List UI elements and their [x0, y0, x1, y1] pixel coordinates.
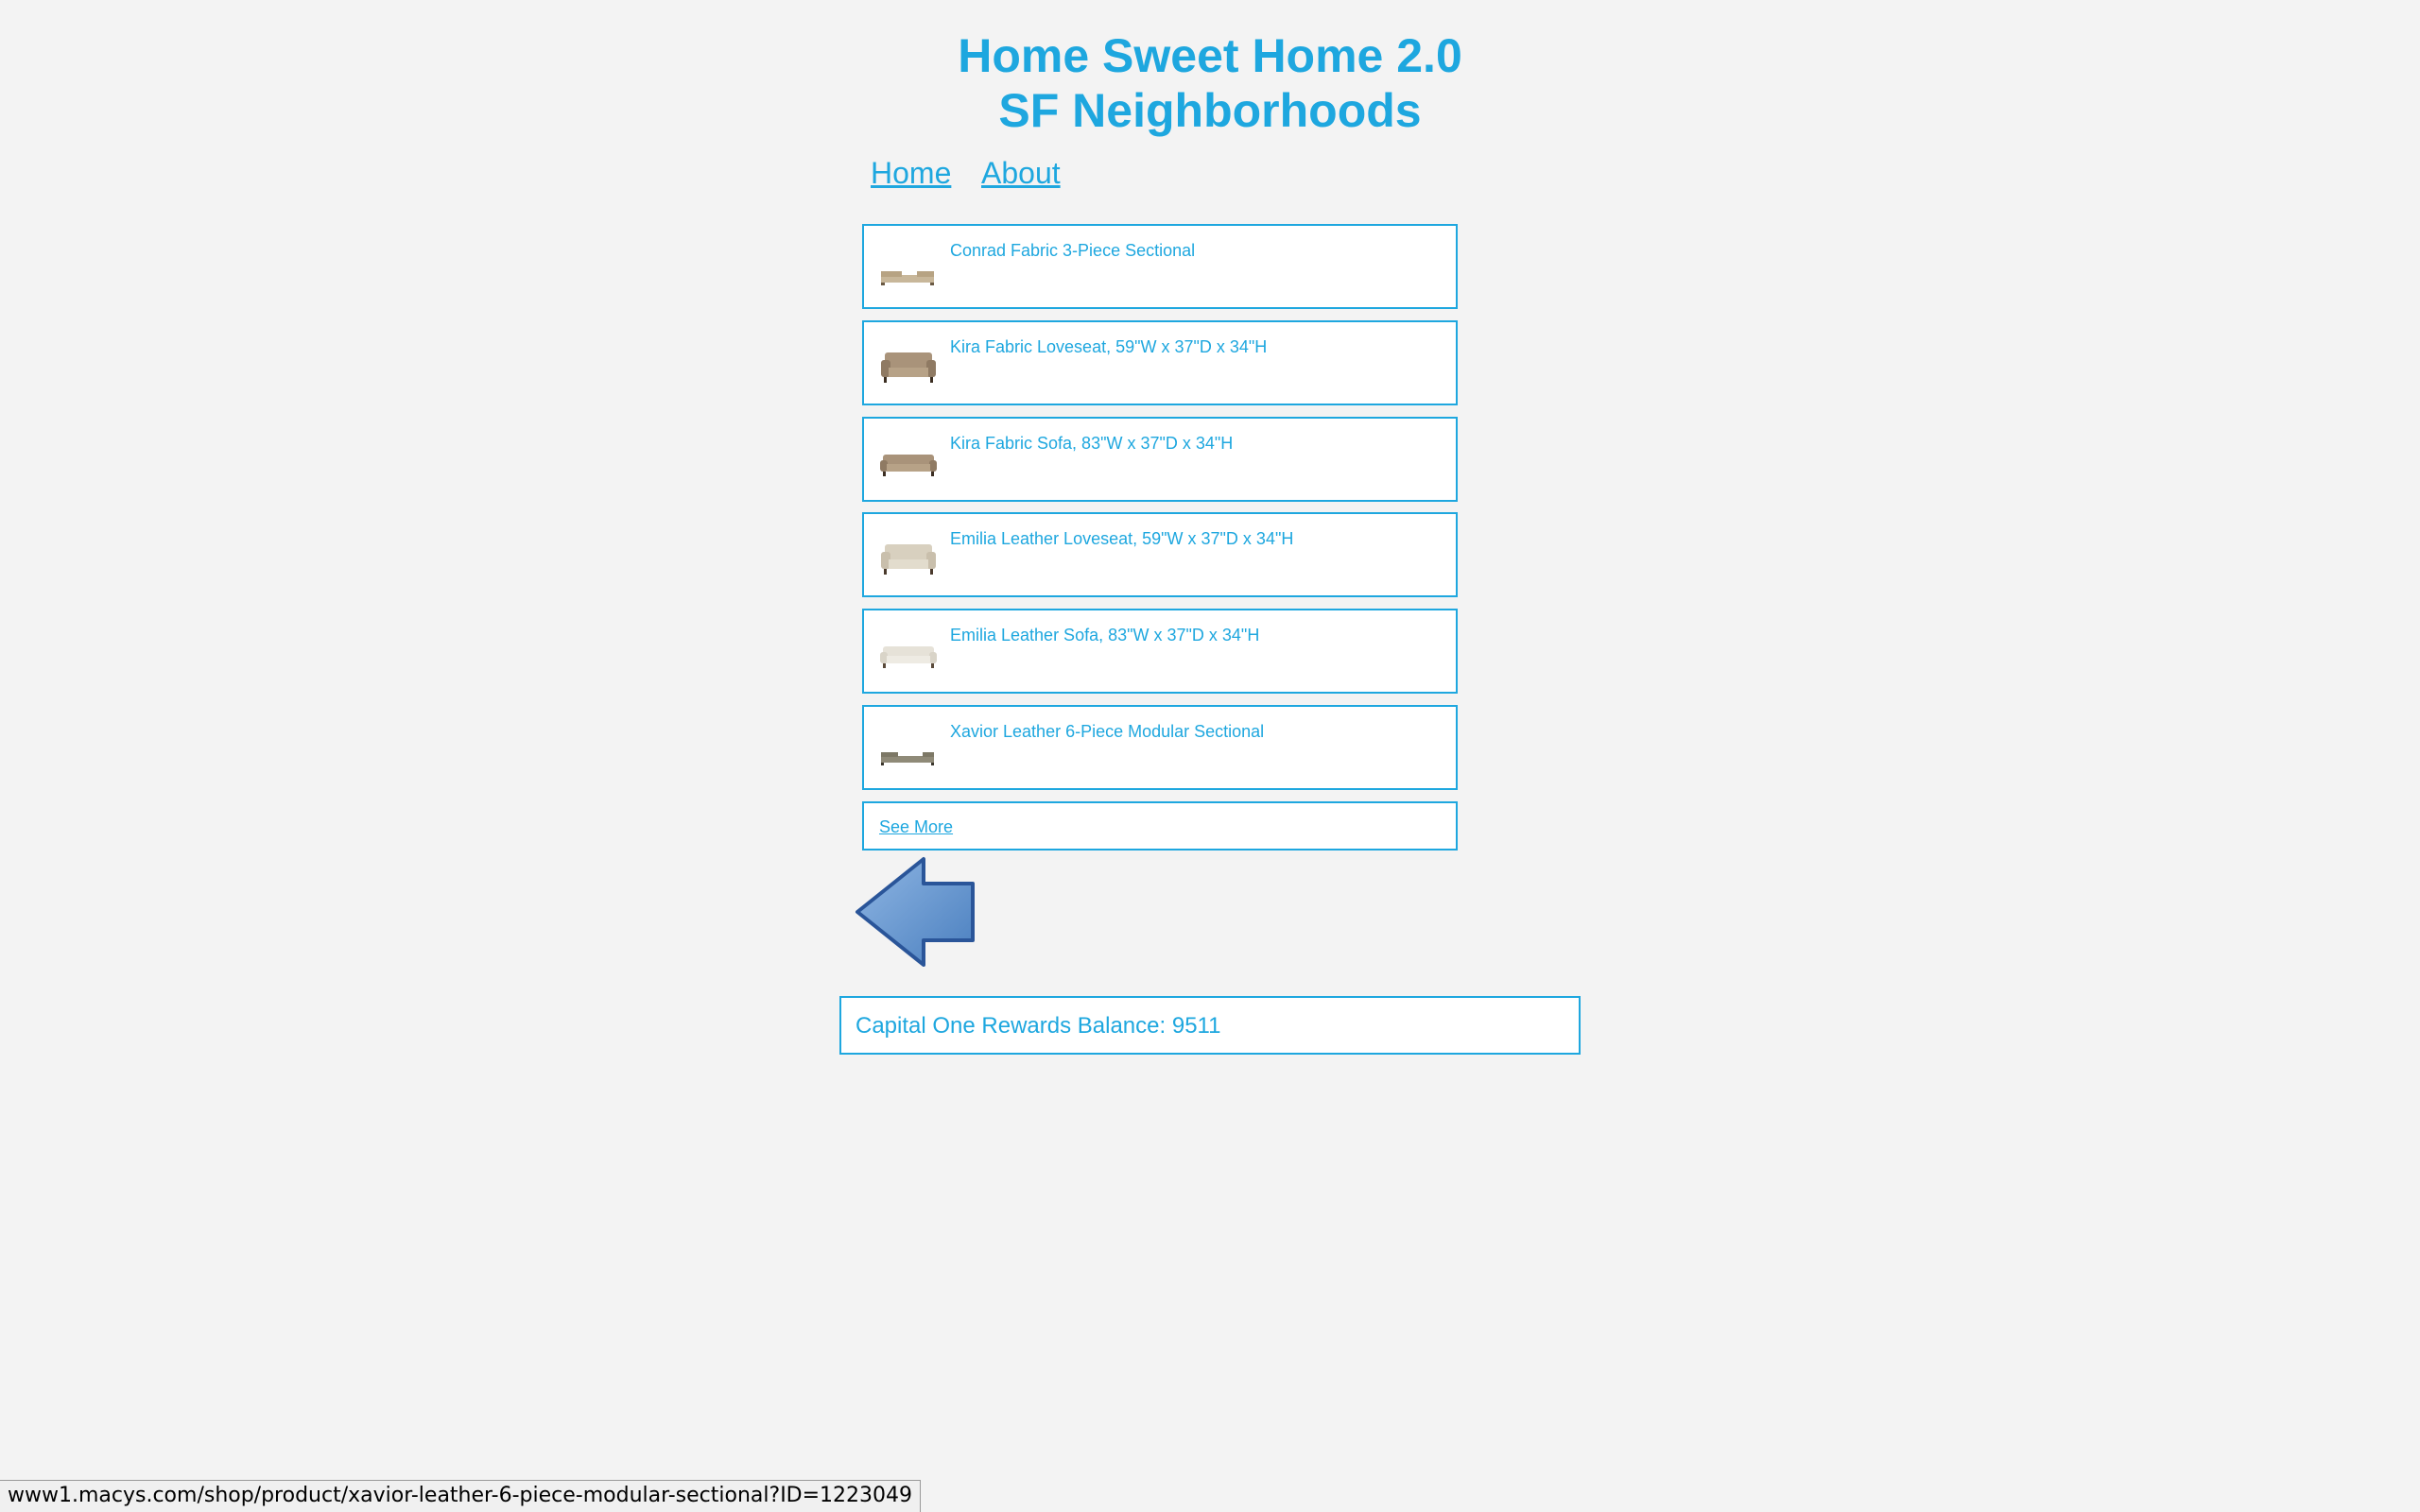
see-more-link[interactable]: See More: [879, 817, 953, 837]
product-name: Conrad Fabric 3-Piece Sectional: [950, 241, 1196, 260]
rewards-balance-text: Capital One Rewards Balance: 9511: [856, 1013, 1221, 1039]
rewards-balance-box: Capital One Rewards Balance: 9511: [839, 996, 1581, 1055]
status-bar-url: www1.macys.com/shop/product/xavior-leath…: [0, 1480, 922, 1512]
site-title: Home Sweet Home 2.0: [958, 29, 1462, 82]
site-subtitle: SF Neighborhoods: [998, 84, 1422, 137]
sofa-icon: [880, 646, 937, 668]
sofa-icon: [880, 455, 937, 476]
product-name: Emilia Leather Sofa, 83"W x 37"D x 34"H: [950, 626, 1260, 644]
loveseat-icon: [881, 544, 936, 575]
product-item[interactable]: Kira Fabric Sofa, 83"W x 37"D x 34"H: [862, 417, 1458, 502]
product-item[interactable]: Conrad Fabric 3-Piece Sectional: [862, 224, 1458, 309]
sectional-sofa-icon: [881, 271, 934, 285]
loveseat-icon: [881, 352, 936, 383]
product-item[interactable]: Emilia Leather Loveseat, 59"W x 37"D x 3…: [862, 512, 1458, 597]
arrow-left-icon[interactable]: [854, 856, 977, 968]
nav-about-link[interactable]: About: [981, 156, 1061, 191]
product-name: Emilia Leather Loveseat, 59"W x 37"D x 3…: [950, 529, 1294, 548]
product-item[interactable]: Xavior Leather 6-Piece Modular Sectional: [862, 705, 1458, 790]
product-name: Kira Fabric Sofa, 83"W x 37"D x 34"H: [950, 434, 1234, 453]
product-item[interactable]: Emilia Leather Sofa, 83"W x 37"D x 34"H: [862, 609, 1458, 694]
nav-home-link[interactable]: Home: [871, 156, 951, 191]
product-item[interactable]: Kira Fabric Loveseat, 59"W x 37"D x 34"H: [862, 320, 1458, 405]
sectional-sofa-icon: [881, 752, 934, 765]
product-name: Kira Fabric Loveseat, 59"W x 37"D x 34"H: [950, 337, 1268, 356]
see-more-container: See More: [862, 801, 1458, 850]
product-name: Xavior Leather 6-Piece Modular Sectional: [950, 722, 1265, 741]
page: Home Sweet Home 2.0 SF Neighborhoods Hom…: [0, 0, 2420, 1512]
